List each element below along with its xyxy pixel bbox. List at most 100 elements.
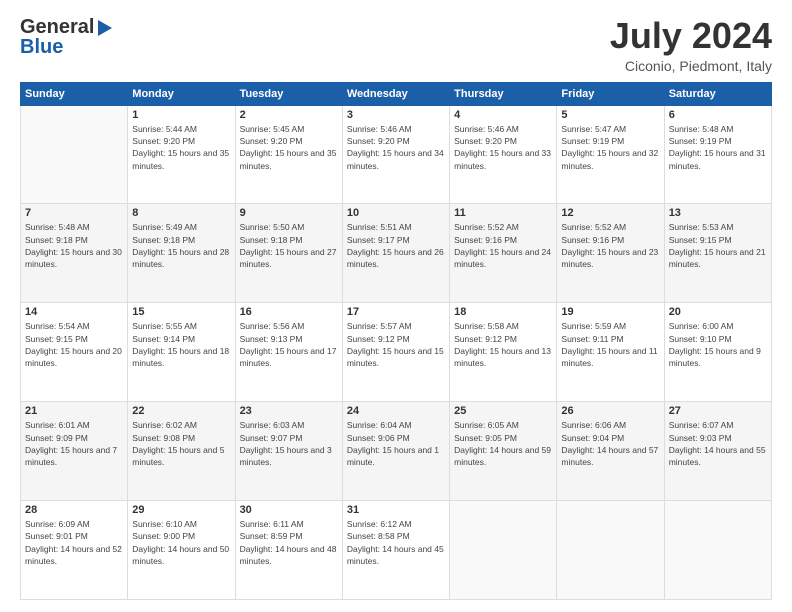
day-info: Sunrise: 6:01 AMSunset: 9:09 PMDaylight:…: [25, 420, 117, 467]
day-number: 10: [347, 207, 445, 219]
day-info: Sunrise: 6:11 AMSunset: 8:59 PMDaylight:…: [240, 519, 337, 566]
table-row: 13 Sunrise: 5:53 AMSunset: 9:15 PMDaylig…: [664, 204, 771, 303]
table-row: 24 Sunrise: 6:04 AMSunset: 9:06 PMDaylig…: [342, 402, 449, 501]
day-info: Sunrise: 6:09 AMSunset: 9:01 PMDaylight:…: [25, 519, 122, 566]
day-number: 8: [132, 207, 230, 219]
day-info: Sunrise: 5:54 AMSunset: 9:15 PMDaylight:…: [25, 321, 122, 368]
day-number: 11: [454, 207, 552, 219]
day-info: Sunrise: 5:46 AMSunset: 9:20 PMDaylight:…: [454, 124, 551, 171]
table-row: 3 Sunrise: 5:46 AMSunset: 9:20 PMDayligh…: [342, 105, 449, 204]
table-row: [557, 501, 664, 600]
table-row: 9 Sunrise: 5:50 AMSunset: 9:18 PMDayligh…: [235, 204, 342, 303]
day-number: 21: [25, 405, 123, 417]
calendar-week-row: 1 Sunrise: 5:44 AMSunset: 9:20 PMDayligh…: [21, 105, 772, 204]
day-info: Sunrise: 6:12 AMSunset: 8:58 PMDaylight:…: [347, 519, 444, 566]
table-row: 5 Sunrise: 5:47 AMSunset: 9:19 PMDayligh…: [557, 105, 664, 204]
day-info: Sunrise: 6:02 AMSunset: 9:08 PMDaylight:…: [132, 420, 224, 467]
logo: General Blue: [20, 16, 112, 59]
day-number: 2: [240, 109, 338, 121]
day-number: 26: [561, 405, 659, 417]
day-info: Sunrise: 5:44 AMSunset: 9:20 PMDaylight:…: [132, 124, 229, 171]
day-number: 9: [240, 207, 338, 219]
location-title: Ciconio, Piedmont, Italy: [610, 58, 772, 74]
day-info: Sunrise: 6:06 AMSunset: 9:04 PMDaylight:…: [561, 420, 658, 467]
logo-arrow-icon: [98, 20, 112, 36]
day-info: Sunrise: 5:58 AMSunset: 9:12 PMDaylight:…: [454, 321, 551, 368]
day-number: 4: [454, 109, 552, 121]
day-info: Sunrise: 5:53 AMSunset: 9:15 PMDaylight:…: [669, 222, 766, 269]
table-row: [21, 105, 128, 204]
day-info: Sunrise: 6:04 AMSunset: 9:06 PMDaylight:…: [347, 420, 439, 467]
day-number: 30: [240, 504, 338, 516]
day-number: 19: [561, 306, 659, 318]
col-saturday: Saturday: [664, 82, 771, 105]
table-row: 16 Sunrise: 5:56 AMSunset: 9:13 PMDaylig…: [235, 303, 342, 402]
header: General Blue July 2024 Ciconio, Piedmont…: [20, 16, 772, 74]
day-number: 25: [454, 405, 552, 417]
day-number: 17: [347, 306, 445, 318]
table-row: 27 Sunrise: 6:07 AMSunset: 9:03 PMDaylig…: [664, 402, 771, 501]
calendar-week-row: 7 Sunrise: 5:48 AMSunset: 9:18 PMDayligh…: [21, 204, 772, 303]
day-info: Sunrise: 6:03 AMSunset: 9:07 PMDaylight:…: [240, 420, 332, 467]
table-row: 15 Sunrise: 5:55 AMSunset: 9:14 PMDaylig…: [128, 303, 235, 402]
day-number: 22: [132, 405, 230, 417]
page: General Blue July 2024 Ciconio, Piedmont…: [0, 0, 792, 612]
table-row: 12 Sunrise: 5:52 AMSunset: 9:16 PMDaylig…: [557, 204, 664, 303]
calendar-week-row: 28 Sunrise: 6:09 AMSunset: 9:01 PMDaylig…: [21, 501, 772, 600]
day-info: Sunrise: 6:00 AMSunset: 9:10 PMDaylight:…: [669, 321, 761, 368]
day-number: 27: [669, 405, 767, 417]
day-info: Sunrise: 5:52 AMSunset: 9:16 PMDaylight:…: [454, 222, 551, 269]
day-info: Sunrise: 5:50 AMSunset: 9:18 PMDaylight:…: [240, 222, 337, 269]
day-number: 31: [347, 504, 445, 516]
col-sunday: Sunday: [21, 82, 128, 105]
col-monday: Monday: [128, 82, 235, 105]
day-info: Sunrise: 5:48 AMSunset: 9:18 PMDaylight:…: [25, 222, 122, 269]
table-row: 6 Sunrise: 5:48 AMSunset: 9:19 PMDayligh…: [664, 105, 771, 204]
day-number: 1: [132, 109, 230, 121]
day-info: Sunrise: 5:49 AMSunset: 9:18 PMDaylight:…: [132, 222, 229, 269]
day-info: Sunrise: 5:47 AMSunset: 9:19 PMDaylight:…: [561, 124, 658, 171]
day-number: 16: [240, 306, 338, 318]
day-info: Sunrise: 5:59 AMSunset: 9:11 PMDaylight:…: [561, 321, 657, 368]
day-number: 28: [25, 504, 123, 516]
table-row: 11 Sunrise: 5:52 AMSunset: 9:16 PMDaylig…: [450, 204, 557, 303]
table-row: 17 Sunrise: 5:57 AMSunset: 9:12 PMDaylig…: [342, 303, 449, 402]
day-info: Sunrise: 5:46 AMSunset: 9:20 PMDaylight:…: [347, 124, 444, 171]
calendar-header-row: Sunday Monday Tuesday Wednesday Thursday…: [21, 82, 772, 105]
day-number: 6: [669, 109, 767, 121]
day-number: 23: [240, 405, 338, 417]
day-info: Sunrise: 5:45 AMSunset: 9:20 PMDaylight:…: [240, 124, 337, 171]
table-row: 7 Sunrise: 5:48 AMSunset: 9:18 PMDayligh…: [21, 204, 128, 303]
day-number: 29: [132, 504, 230, 516]
logo-blue: Blue: [20, 36, 63, 59]
day-number: 20: [669, 306, 767, 318]
col-wednesday: Wednesday: [342, 82, 449, 105]
calendar-week-row: 21 Sunrise: 6:01 AMSunset: 9:09 PMDaylig…: [21, 402, 772, 501]
day-number: 18: [454, 306, 552, 318]
month-title: July 2024: [610, 16, 772, 56]
day-number: 12: [561, 207, 659, 219]
table-row: 29 Sunrise: 6:10 AMSunset: 9:00 PMDaylig…: [128, 501, 235, 600]
day-info: Sunrise: 6:10 AMSunset: 9:00 PMDaylight:…: [132, 519, 229, 566]
day-info: Sunrise: 6:07 AMSunset: 9:03 PMDaylight:…: [669, 420, 766, 467]
table-row: 1 Sunrise: 5:44 AMSunset: 9:20 PMDayligh…: [128, 105, 235, 204]
table-row: 28 Sunrise: 6:09 AMSunset: 9:01 PMDaylig…: [21, 501, 128, 600]
col-thursday: Thursday: [450, 82, 557, 105]
table-row: [664, 501, 771, 600]
day-info: Sunrise: 5:57 AMSunset: 9:12 PMDaylight:…: [347, 321, 444, 368]
table-row: 23 Sunrise: 6:03 AMSunset: 9:07 PMDaylig…: [235, 402, 342, 501]
day-number: 7: [25, 207, 123, 219]
day-number: 5: [561, 109, 659, 121]
calendar-table: Sunday Monday Tuesday Wednesday Thursday…: [20, 82, 772, 600]
title-section: July 2024 Ciconio, Piedmont, Italy: [610, 16, 772, 74]
calendar-week-row: 14 Sunrise: 5:54 AMSunset: 9:15 PMDaylig…: [21, 303, 772, 402]
day-number: 24: [347, 405, 445, 417]
table-row: 8 Sunrise: 5:49 AMSunset: 9:18 PMDayligh…: [128, 204, 235, 303]
day-number: 13: [669, 207, 767, 219]
col-friday: Friday: [557, 82, 664, 105]
table-row: 21 Sunrise: 6:01 AMSunset: 9:09 PMDaylig…: [21, 402, 128, 501]
day-info: Sunrise: 6:05 AMSunset: 9:05 PMDaylight:…: [454, 420, 551, 467]
table-row: 18 Sunrise: 5:58 AMSunset: 9:12 PMDaylig…: [450, 303, 557, 402]
day-info: Sunrise: 5:55 AMSunset: 9:14 PMDaylight:…: [132, 321, 229, 368]
table-row: 30 Sunrise: 6:11 AMSunset: 8:59 PMDaylig…: [235, 501, 342, 600]
